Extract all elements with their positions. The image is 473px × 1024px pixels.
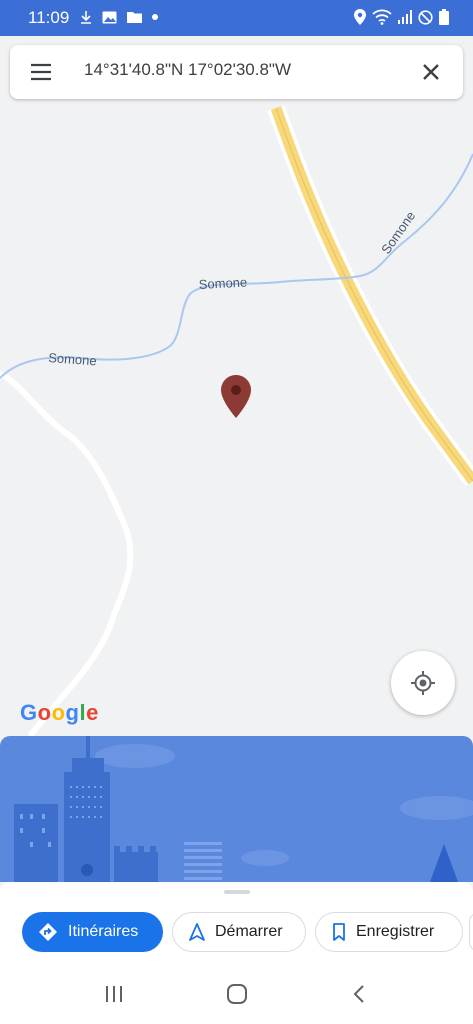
river-somone: [0, 153, 473, 379]
bookmark-icon: [332, 923, 346, 941]
dot-icon: [152, 14, 158, 20]
google-logo-letter: G: [20, 700, 38, 725]
google-logo-letter: o: [51, 700, 66, 725]
google-logo-letter: e: [86, 700, 99, 725]
google-logo-letter: o: [37, 700, 52, 725]
directions-label: Itinéraires: [68, 923, 139, 940]
my-location-button[interactable]: [391, 651, 455, 715]
place-illustration: [0, 736, 473, 882]
sheet-drag-handle[interactable]: [224, 890, 250, 894]
folder-icon: [127, 12, 142, 23]
main-road-casing: [267, 105, 473, 487]
home-icon[interactable]: [226, 984, 248, 1004]
river-label: Somone: [198, 274, 247, 292]
more-actions-chip[interactable]: [469, 912, 473, 952]
navigation-arrow-icon: [189, 923, 205, 941]
back-icon[interactable]: [352, 984, 366, 1004]
directions-button[interactable]: Itinéraires: [22, 912, 163, 952]
recent-apps-icon[interactable]: [104, 984, 124, 1004]
dnd-icon: [418, 9, 433, 25]
directions-icon: [38, 922, 58, 942]
download-icon: [81, 11, 91, 24]
status-time: 11:09: [28, 8, 70, 27]
start-button[interactable]: Démarrer: [172, 912, 306, 952]
river-label: Somone: [48, 350, 97, 368]
system-nav-bar: [0, 970, 473, 1024]
search-bar[interactable]: 14°31'40.8"N 17°02'30.8"W: [10, 45, 463, 99]
search-query[interactable]: 14°31'40.8"N 17°02'30.8"W: [84, 60, 291, 80]
battery-icon: [439, 9, 449, 25]
close-icon[interactable]: [419, 60, 443, 84]
google-logo-letter: g: [65, 700, 80, 725]
status-bar: 11:09: [0, 0, 473, 36]
menu-icon[interactable]: [30, 61, 52, 83]
crosshair-icon: [411, 671, 435, 695]
bottom-sheet: Itinéraires Démarrer Enregistrer: [0, 882, 473, 970]
start-label: Démarrer: [215, 923, 283, 940]
minor-road: [0, 371, 134, 736]
location-icon: [354, 9, 366, 25]
save-button[interactable]: Enregistrer: [315, 912, 463, 952]
signal-icon: [398, 10, 412, 24]
river-label: Somone: [378, 208, 418, 256]
location-pin-icon[interactable]: [220, 374, 252, 419]
google-logo: Google: [20, 700, 99, 726]
image-icon: [102, 11, 117, 23]
wifi-icon: [372, 9, 392, 25]
save-label: Enregistrer: [356, 923, 435, 940]
